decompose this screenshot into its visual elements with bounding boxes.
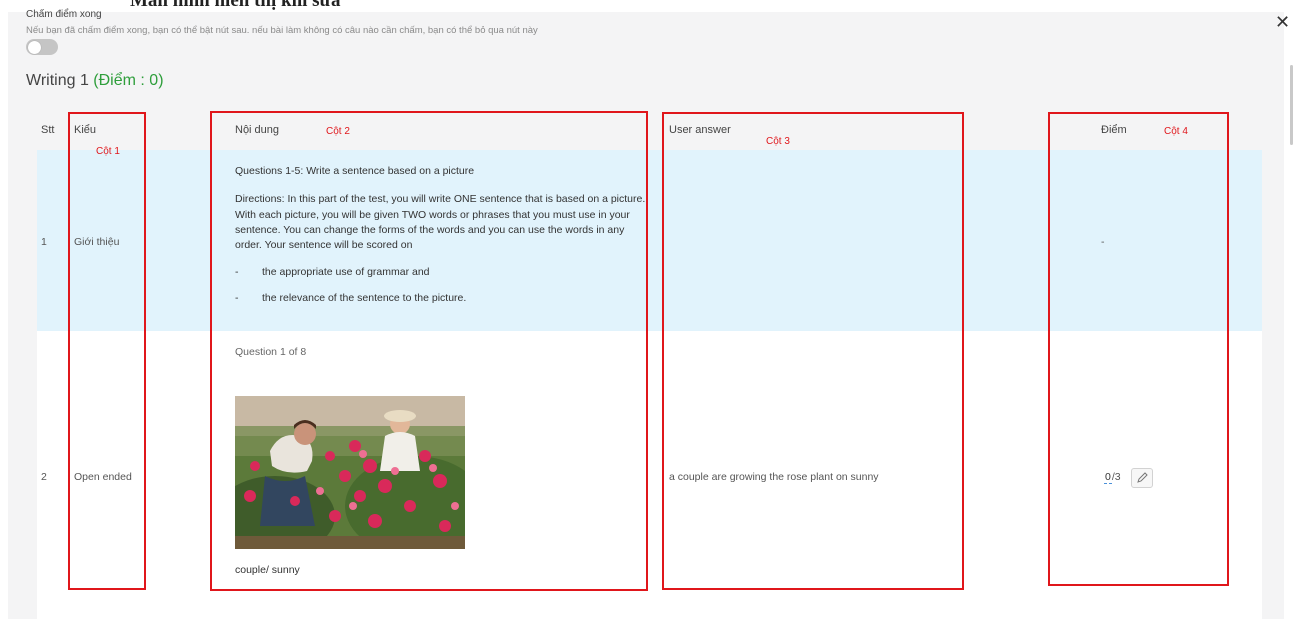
column-tag-1: Cột 1 xyxy=(96,146,120,157)
section-title: Writing 1 (Điểm : 0) xyxy=(26,72,164,90)
header-stt: Stt xyxy=(41,124,55,136)
done-grading-toggle[interactable] xyxy=(26,39,58,55)
column-tag-3: Cột 3 xyxy=(766,136,790,147)
annotation-box-col3 xyxy=(662,112,964,590)
scrollbar[interactable] xyxy=(1290,65,1293,145)
column-tag-2: Cột 2 xyxy=(326,126,350,137)
annotation-box-col1 xyxy=(68,112,146,590)
column-tag-4: Cột 4 xyxy=(1164,126,1188,137)
section-title-text: Writing 1 xyxy=(26,72,89,89)
page-title: Màn hình hiển thị khi sửa xyxy=(130,0,341,11)
toggle-knob xyxy=(28,40,41,54)
row-stt: 2 xyxy=(41,471,47,483)
done-grading-label: Chấm điểm xong xyxy=(26,9,102,20)
section-score: (Điểm : 0) xyxy=(93,72,164,89)
annotation-box-col2 xyxy=(210,111,648,591)
close-icon[interactable]: ✕ xyxy=(1275,12,1290,32)
annotation-box-col4 xyxy=(1048,112,1229,586)
row-stt: 1 xyxy=(41,236,47,248)
done-grading-hint: Nếu bạn đã chấm điểm xong, bạn có thể bậ… xyxy=(26,25,538,36)
